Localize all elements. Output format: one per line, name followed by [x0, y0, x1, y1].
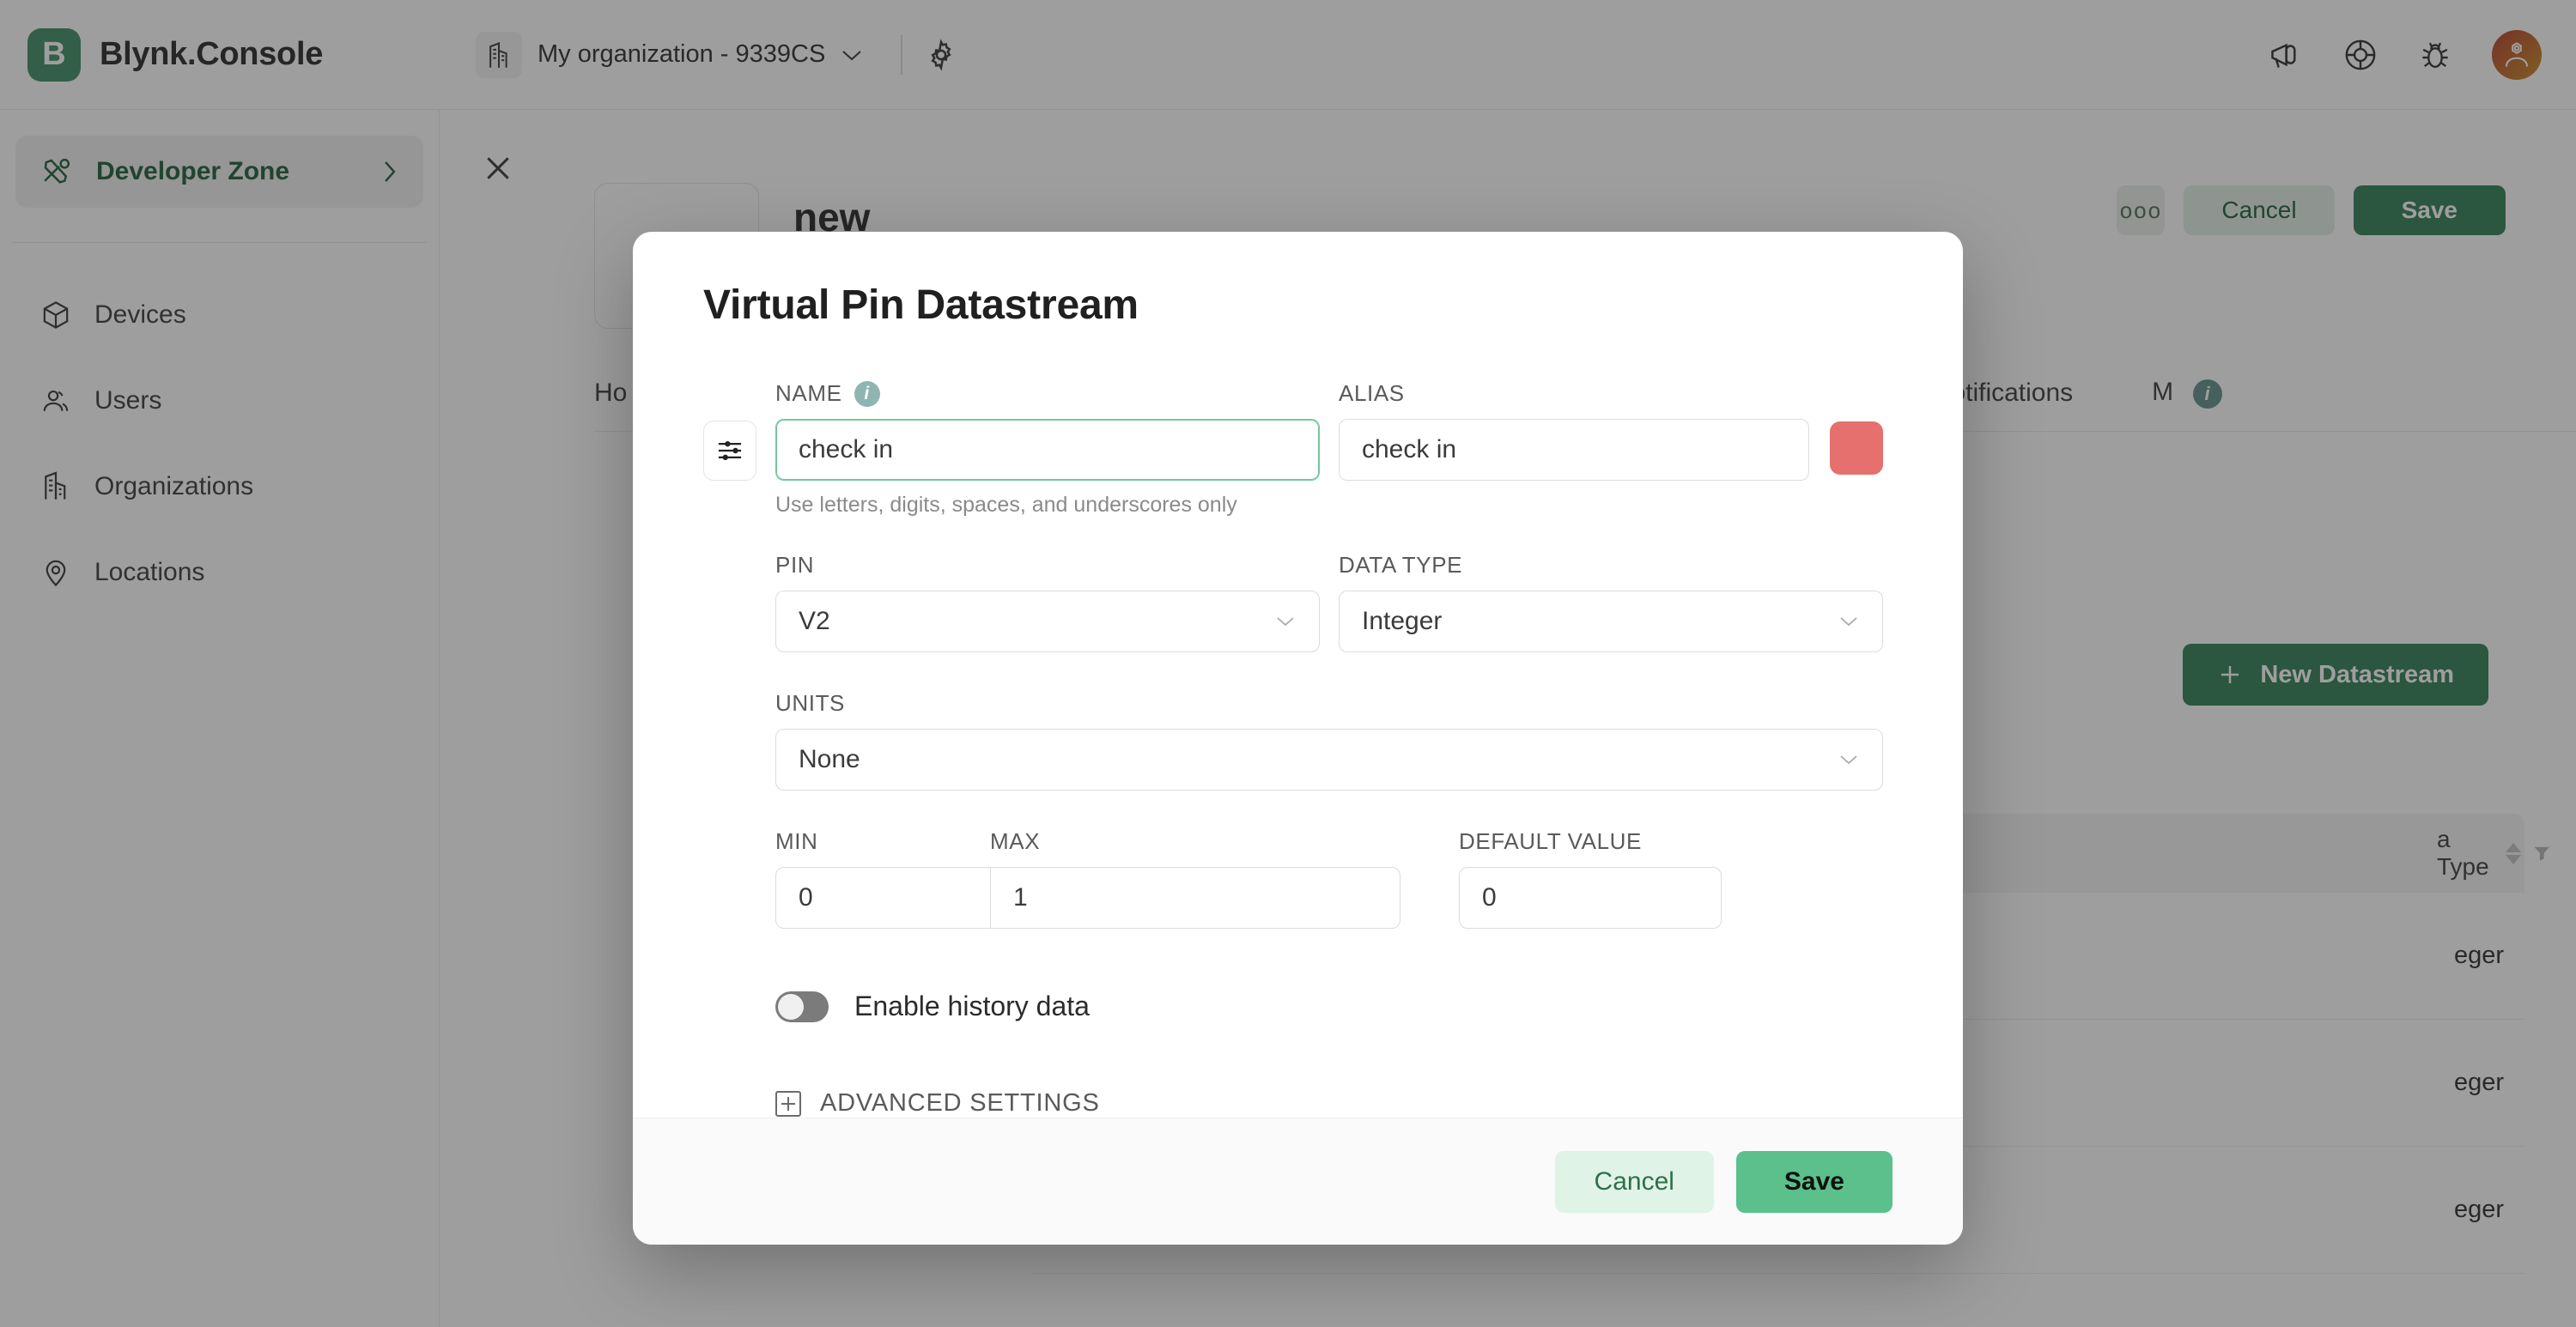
virtual-pin-datastream-dialog: Virtual Pin Datastream NAME i check in A… [633, 232, 1963, 1245]
pin-value: V2 [799, 607, 830, 635]
advanced-settings-row[interactable]: ADVANCED SETTINGS [703, 1089, 1893, 1118]
alias-input[interactable]: check in [1339, 419, 1809, 481]
default-value-label: DEFAULT VALUE [1459, 828, 1642, 854]
pin-select[interactable]: V2 [775, 591, 1320, 652]
color-swatch[interactable] [1830, 421, 1883, 475]
units-value: None [799, 745, 860, 773]
data-type-select[interactable]: Integer [1339, 591, 1883, 652]
plus-box-icon [775, 1090, 801, 1117]
sliders-icon[interactable] [703, 421, 756, 481]
units-row: UNITS None [703, 690, 1893, 791]
min-max-default-row: MIN MAX DEFAULT VALUE 0 1 0 [703, 828, 1893, 929]
name-input[interactable]: check in [775, 419, 1320, 481]
dialog-footer: Cancel Save [633, 1118, 1963, 1245]
pin-field-group: PIN V2 [775, 552, 1320, 652]
max-label: MAX [990, 828, 1041, 854]
chevron-down-icon [1838, 753, 1860, 767]
name-label: NAME i [775, 380, 1320, 407]
name-hint: Use letters, digits, spaces, and undersc… [775, 493, 1237, 517]
min-input[interactable]: 0 [775, 867, 990, 929]
data-type-label: DATA TYPE [1339, 552, 1463, 578]
data-type-field-group: DATA TYPE Integer [1339, 552, 1883, 652]
alias-field-group: ALIAS check in [1339, 380, 1883, 481]
max-input[interactable]: 1 [990, 867, 1400, 929]
units-label: UNITS [775, 690, 845, 716]
name-alias-row: NAME i check in ALIAS check in [703, 380, 1893, 481]
advanced-settings-label: ADVANCED SETTINGS [820, 1089, 1100, 1117]
pin-label: PIN [775, 552, 815, 578]
units-select[interactable]: None [775, 729, 1883, 791]
min-label: MIN [775, 828, 818, 854]
dialog-save-button[interactable]: Save [1735, 1150, 1893, 1213]
chevron-down-icon [1838, 615, 1860, 628]
chevron-down-icon [1274, 615, 1297, 628]
name-field-group: NAME i check in [775, 380, 1320, 481]
enable-history-data-label: Enable history data [854, 991, 1090, 1021]
toggle-knob [778, 993, 804, 1020]
dialog-body: Virtual Pin Datastream NAME i check in A… [633, 232, 1963, 1118]
settings-icon-button-wrap [703, 421, 756, 481]
default-value-input[interactable]: 0 [1459, 867, 1722, 929]
info-icon[interactable]: i [854, 380, 880, 407]
app-root: B Blynk.Console My organization - 9339CS [0, 0, 2576, 1327]
pin-datatype-row: PIN V2 DATA TYPE Integer [703, 552, 1893, 652]
datastream-form: NAME i check in ALIAS check in Use lette… [703, 380, 1893, 1118]
dialog-cancel-button[interactable]: Cancel [1554, 1150, 1714, 1213]
history-data-row: Enable history data [703, 991, 1893, 1022]
enable-history-data-toggle[interactable] [775, 991, 829, 1022]
dialog-title: Virtual Pin Datastream [703, 282, 1139, 328]
data-type-value: Integer [1362, 607, 1443, 635]
alias-label: ALIAS [1339, 380, 1405, 406]
